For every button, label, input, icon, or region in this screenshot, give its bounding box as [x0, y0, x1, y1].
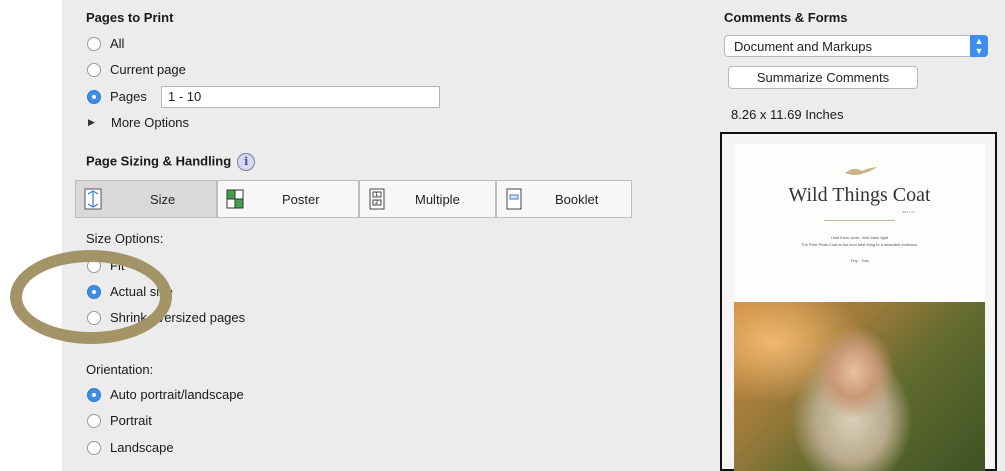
- tab-poster[interactable]: Poster: [217, 180, 359, 218]
- radio-landscape[interactable]: [87, 441, 101, 455]
- radio-current-page-label: Current page: [110, 62, 186, 77]
- preview-photo: [734, 302, 985, 471]
- more-options-link[interactable]: More Options: [111, 115, 189, 130]
- size-options-label: Size Options:: [86, 231, 164, 246]
- radio-portrait[interactable]: [87, 414, 101, 428]
- highlight-ring: [10, 250, 172, 344]
- radio-all[interactable]: [87, 37, 101, 51]
- page-size-readout: 8.26 x 11.69 Inches: [731, 107, 844, 122]
- radio-pages[interactable]: [87, 90, 101, 104]
- radio-auto-orientation[interactable]: [87, 388, 101, 402]
- orientation-label: Orientation:: [86, 362, 154, 377]
- size-icon: [84, 188, 102, 210]
- stepper-arrows-icon: ▲ ▼: [970, 35, 988, 57]
- doc-brand: Wild + Co.: [902, 210, 916, 214]
- print-preview: Wild Things Coat Wild + Co. Hold them cl…: [720, 132, 997, 471]
- doc-title: Wild Things Coat: [788, 184, 931, 206]
- doc-sizes: Tiny - Tots: [850, 258, 869, 263]
- pages-range-input[interactable]: 1 - 10: [161, 86, 440, 108]
- svg-text:2: 2: [375, 200, 378, 206]
- page-sizing-heading: Page Sizing & Handling i: [86, 153, 256, 171]
- radio-all-label: All: [110, 36, 125, 51]
- summarize-comments-button[interactable]: Summarize Comments: [728, 66, 918, 89]
- radio-current-page[interactable]: [87, 63, 101, 77]
- doc-subtitle: Hold them close, hold them tight: [830, 235, 889, 240]
- radio-auto-orientation-label: Auto portrait/landscape: [110, 387, 244, 402]
- multiple-icon: 12: [368, 188, 386, 210]
- poster-icon: [226, 188, 244, 210]
- tab-poster-label: Poster: [282, 192, 320, 207]
- tab-size[interactable]: Size: [75, 180, 217, 218]
- preview-page: Wild Things Coat Wild + Co. Hold them cl…: [734, 144, 985, 471]
- tab-multiple-label: Multiple: [415, 192, 460, 207]
- doc-tagline: The Pixie Peak Coat is the next best thi…: [800, 242, 919, 247]
- tab-booklet[interactable]: Booklet: [496, 180, 632, 218]
- bird-logo-icon: [845, 167, 877, 175]
- svg-text:1: 1: [375, 192, 378, 198]
- radio-landscape-label: Landscape: [110, 440, 174, 455]
- radio-pages-label: Pages: [110, 89, 147, 104]
- comments-forms-dropdown[interactable]: Document and Markups ▲ ▼: [724, 35, 988, 57]
- comments-forms-dropdown-value: Document and Markups: [734, 39, 873, 54]
- tab-multiple[interactable]: 12 Multiple: [359, 180, 496, 218]
- radio-portrait-label: Portrait: [110, 413, 152, 428]
- comments-forms-heading: Comments & Forms: [724, 10, 848, 25]
- info-icon[interactable]: i: [237, 153, 256, 171]
- booklet-icon: [505, 188, 523, 210]
- title-divider: [824, 220, 895, 221]
- page-sizing-heading-text: Page Sizing & Handling: [86, 153, 232, 169]
- disclosure-triangle-icon[interactable]: ▶: [88, 117, 95, 128]
- pages-to-print-heading: Pages to Print: [86, 10, 174, 25]
- tab-booklet-label: Booklet: [555, 192, 599, 207]
- tab-size-label: Size: [150, 192, 176, 207]
